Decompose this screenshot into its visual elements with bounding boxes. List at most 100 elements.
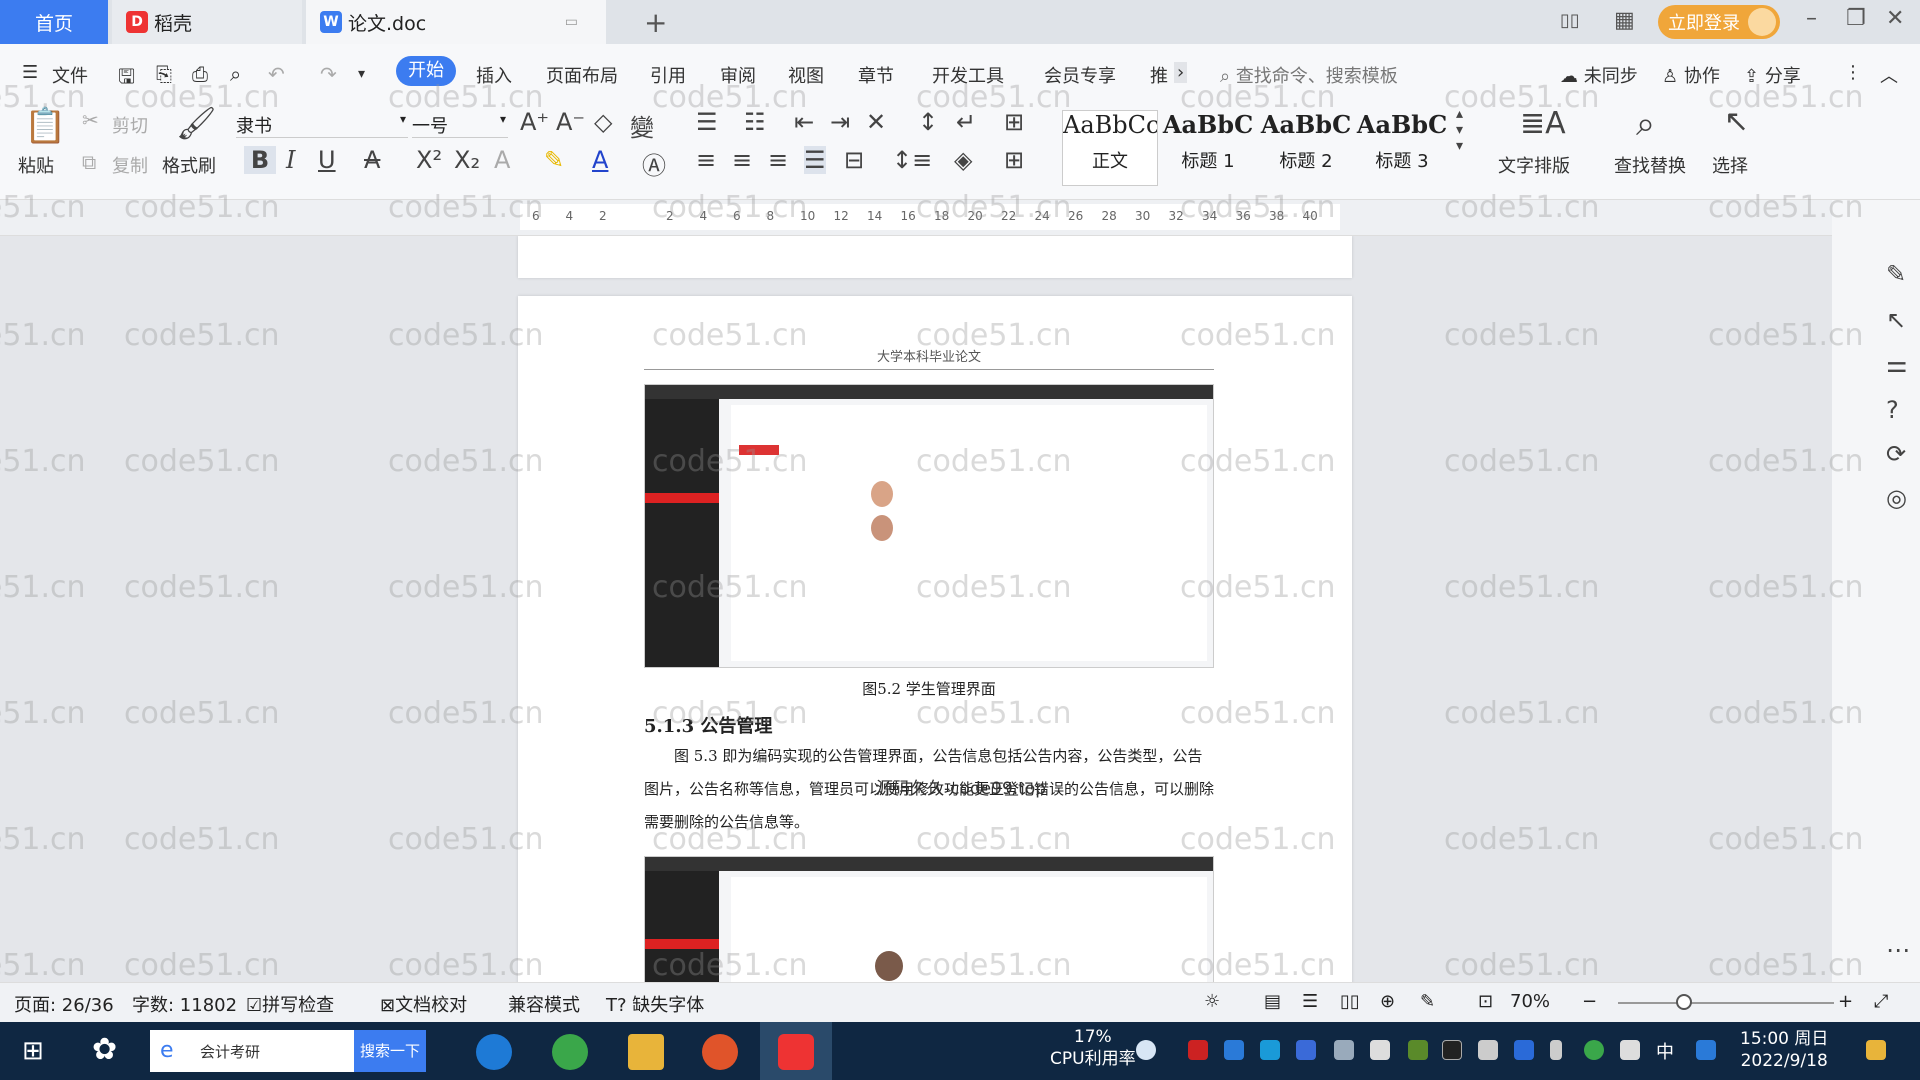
hamburger-icon[interactable]: ☰ <box>22 62 38 83</box>
table-border-icon[interactable]: ⊞ <box>1004 108 1024 136</box>
input-method-icon[interactable] <box>1696 1040 1716 1060</box>
assistant-icon[interactable]: ✿ <box>92 1032 117 1067</box>
style-heading-3[interactable]: AaBbC 标题 3 <box>1354 110 1450 186</box>
tab-daoke[interactable]: D 稻壳 <box>112 0 302 44</box>
menu-chapter[interactable]: 章节 <box>858 62 894 88</box>
magnifier-icon[interactable]: ⌕ <box>1636 104 1655 144</box>
paste-icon[interactable]: 📋 <box>24 106 66 146</box>
distribute-icon[interactable]: ⊟ <box>844 146 864 174</box>
font-size-select[interactable]: 一号 ▾ <box>412 110 508 138</box>
copy-icon[interactable]: ⧉ <box>82 150 96 174</box>
outline-view-icon[interactable]: ☰ <box>1302 991 1318 1012</box>
pen-icon[interactable]: ✎ <box>1886 260 1906 288</box>
volume-icon[interactable] <box>1620 1040 1640 1060</box>
nvidia-icon[interactable] <box>1408 1040 1428 1060</box>
doc-proof-button[interactable]: ⊠文档校对 <box>380 991 467 1017</box>
adjust-icon[interactable]: ⚌ <box>1886 350 1908 378</box>
menu-more-icon[interactable]: › <box>1174 62 1188 83</box>
bold-icon[interactable]: B <box>244 146 276 174</box>
windows-start-icon[interactable]: ⊞ <box>22 1036 44 1066</box>
format-painter-icon[interactable]: 🖌 <box>176 104 217 142</box>
style-normal[interactable]: AaBbCcI 正文 <box>1062 110 1158 186</box>
undo-icon[interactable]: ↶ <box>268 62 285 86</box>
tray-360-icon[interactable] <box>1584 1040 1604 1060</box>
export-icon[interactable]: ⎘ <box>156 62 172 86</box>
quick-access-dropdown-icon[interactable]: ▾ <box>358 66 365 82</box>
zoom-in-icon[interactable]: + <box>1838 991 1853 1012</box>
shading-icon[interactable]: ◈ <box>954 146 972 174</box>
subscript-icon[interactable]: X₂ <box>454 146 480 174</box>
weather-icon[interactable] <box>1136 1040 1156 1060</box>
word-count[interactable]: 字数: 11802 <box>132 991 237 1017</box>
char-border-icon[interactable]: Ⓐ <box>642 146 666 181</box>
file-explorer-icon[interactable] <box>628 1034 664 1070</box>
zoom-slider[interactable] <box>1618 1002 1834 1004</box>
save-icon[interactable]: 🖫 <box>118 62 135 96</box>
zoom-out-icon[interactable]: − <box>1582 991 1597 1012</box>
style-heading-1[interactable]: AaBbC 标题 1 <box>1160 110 1256 186</box>
style-heading-2[interactable]: AaBbC 标题 2 <box>1258 110 1354 186</box>
help-icon[interactable]: ? <box>1886 396 1899 424</box>
phonetic-guide-icon[interactable]: 變 <box>630 108 654 143</box>
share-button[interactable]: ⇪ 分享 <box>1744 62 1801 88</box>
menu-insert[interactable]: 插入 <box>476 62 512 88</box>
taskbar-search-input[interactable]: e 会计考研 <box>150 1030 354 1072</box>
superscript-icon[interactable]: X² <box>416 146 442 174</box>
apps-grid-icon[interactable]: ▦ <box>1614 8 1635 33</box>
usb-icon[interactable] <box>1550 1040 1562 1060</box>
menu-reference[interactable]: 引用 <box>650 62 686 88</box>
ime-indicator[interactable]: 中 <box>1656 1038 1674 1064</box>
network-icon[interactable] <box>1334 1040 1354 1060</box>
web-view-icon[interactable]: ⊕ <box>1380 991 1395 1012</box>
tray-app-icon[interactable] <box>1188 1040 1208 1060</box>
tray-app-icon[interactable] <box>1224 1040 1244 1060</box>
action-center-icon[interactable] <box>1866 1040 1886 1060</box>
sync-status[interactable]: ☁ 未同步 <box>1560 62 1638 88</box>
align-right-icon[interactable]: ≡ <box>768 146 788 174</box>
align-center-icon[interactable]: ≡ <box>732 146 752 174</box>
read-view-icon[interactable]: ▯▯ <box>1340 991 1360 1012</box>
new-tab-button[interactable]: + <box>644 6 667 39</box>
find-replace-button[interactable]: 查找替换 <box>1614 152 1686 178</box>
line-spacing-icon[interactable]: ↕≡ <box>892 146 932 174</box>
bullet-list-icon[interactable]: ☰ <box>696 108 718 136</box>
spell-check-button[interactable]: ☑拼写检查 <box>246 991 334 1017</box>
battery-icon[interactable] <box>1478 1040 1498 1060</box>
strikethrough-icon[interactable]: A <box>364 146 380 174</box>
menu-review[interactable]: 审阅 <box>720 62 756 88</box>
app-avatar-icon[interactable] <box>702 1034 738 1070</box>
page-view-icon[interactable]: ▤ <box>1264 991 1281 1012</box>
increase-indent-icon[interactable]: ⇥ <box>830 108 850 136</box>
tab-document[interactable]: W 论文.doc ▭ <box>306 0 606 44</box>
redo-icon[interactable]: ↷ <box>320 62 337 86</box>
justify-icon[interactable]: ☰ <box>804 146 826 174</box>
grow-font-icon[interactable]: A⁺ <box>520 108 549 136</box>
ie-icon[interactable] <box>476 1034 512 1070</box>
tab-monitor-icon[interactable]: ▭ <box>565 14 578 30</box>
italic-icon[interactable]: I <box>286 146 295 174</box>
zoom-slider-handle[interactable] <box>1676 994 1692 1010</box>
horizontal-ruler[interactable]: 6 4 2 2 4 6 8 10 12 14 16 18 20 22 24 26 28 30 32 34 36 38 40 <box>0 200 1920 236</box>
select-button[interactable]: 选择 <box>1712 152 1748 178</box>
text-layout-button[interactable]: 文字排版 <box>1498 152 1570 178</box>
compat-mode[interactable]: 兼容模式 <box>508 991 580 1017</box>
login-button[interactable]: 立即登录 <box>1658 5 1780 39</box>
cursor-icon[interactable]: ↖ <box>1886 306 1906 334</box>
menu-devtools[interactable]: 开发工具 <box>932 62 1004 88</box>
restore-icon[interactable]: ❐ <box>1846 6 1866 31</box>
wps-taskbar-item[interactable] <box>760 1022 832 1080</box>
more-tools-icon[interactable]: ⋯ <box>1886 936 1910 964</box>
missing-font-button[interactable]: T? 缺失字体 <box>606 991 704 1017</box>
notification-icon[interactable] <box>1370 1040 1390 1060</box>
scissors-icon[interactable]: ✂ <box>82 108 99 132</box>
zoom-level[interactable]: 70% <box>1510 991 1550 1012</box>
menu-layout[interactable]: 页面布局 <box>546 62 618 88</box>
paste-button[interactable]: 粘贴 <box>18 152 54 178</box>
cursor-select-icon[interactable]: ↖ <box>1724 104 1749 139</box>
cut-button[interactable]: 剪切 <box>112 112 148 138</box>
compass-icon[interactable]: ◎ <box>1886 484 1907 512</box>
decrease-indent-icon[interactable]: ⇤ <box>794 108 814 136</box>
menu-start[interactable]: 开始 <box>396 56 456 86</box>
collaborate-button[interactable]: ♙ 协作 <box>1662 62 1720 88</box>
print-icon[interactable]: ⎙ <box>192 62 208 86</box>
